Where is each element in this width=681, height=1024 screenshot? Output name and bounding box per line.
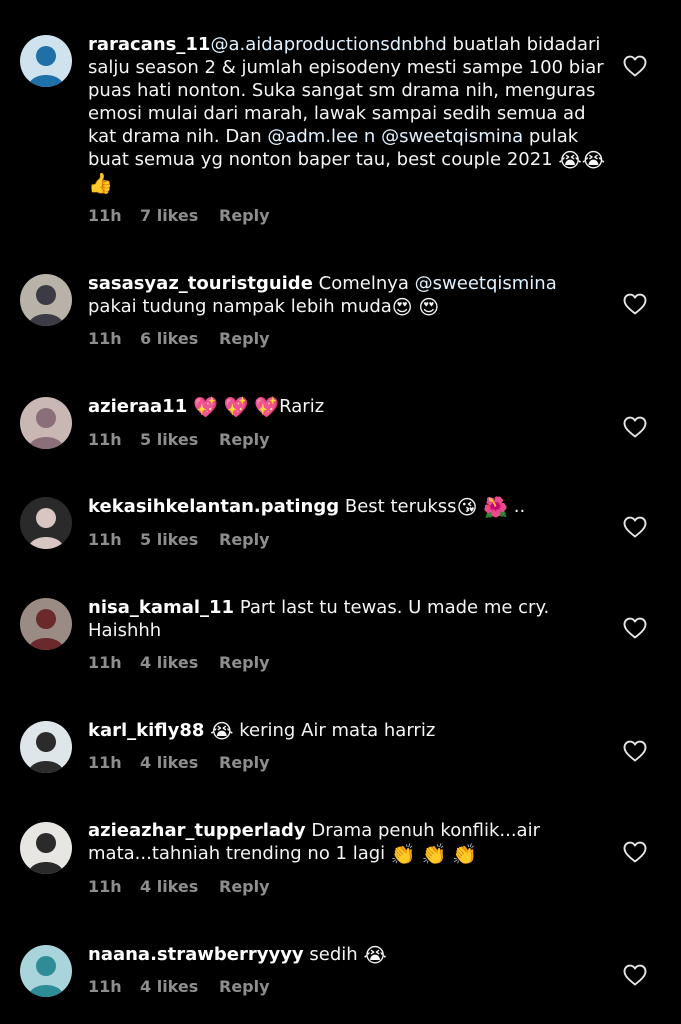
- comment-likes-count[interactable]: 6 likes: [140, 329, 219, 348]
- comment-likes-count[interactable]: 5 likes: [140, 530, 219, 549]
- comment-timestamp: 11h: [88, 877, 122, 896]
- comment-timestamp: 11h: [88, 530, 122, 549]
- heart-icon[interactable]: [623, 740, 647, 762]
- comment-meta: 11h 4 likes Reply: [88, 653, 270, 672]
- avatar[interactable]: [20, 945, 72, 997]
- comment-meta: 11h 4 likes Reply: [88, 877, 270, 896]
- comment-text: karl_kifly88 😭 kering Air mata harriz: [88, 719, 608, 742]
- reply-button[interactable]: Reply: [219, 753, 270, 772]
- mention-link[interactable]: @sweetqismina: [415, 273, 557, 294]
- emoji: 😭: [558, 148, 582, 172]
- comment-timestamp: 11h: [88, 977, 122, 996]
- comment-body: Comelnya: [312, 273, 415, 294]
- heart-icon[interactable]: [623, 964, 647, 986]
- comment-text: azieraa11 💖 💖 💖Rariz: [88, 395, 608, 418]
- comment-username[interactable]: nisa_kamal_11: [88, 597, 234, 618]
- emoji: 😘: [456, 495, 478, 519]
- comment-meta: 11h 4 likes Reply: [88, 977, 270, 996]
- comment-username[interactable]: kekasihkelantan.patingg: [88, 496, 339, 517]
- emoji: 💖: [254, 395, 280, 419]
- avatar[interactable]: [20, 397, 72, 449]
- comment-meta: 11h 6 likes Reply: [88, 329, 270, 348]
- comment-likes-count[interactable]: 4 likes: [140, 877, 219, 896]
- avatar[interactable]: [20, 598, 72, 650]
- avatar[interactable]: [20, 721, 72, 773]
- heart-icon[interactable]: [623, 416, 647, 438]
- reply-button[interactable]: Reply: [219, 206, 270, 225]
- emoji: 😭: [363, 943, 387, 967]
- comment-meta: 11h 5 likes Reply: [88, 430, 270, 449]
- heart-icon[interactable]: [623, 293, 647, 315]
- comment-username[interactable]: raracans_11: [88, 34, 210, 55]
- emoji: 😍: [418, 295, 440, 319]
- avatar[interactable]: [20, 822, 72, 874]
- comment-text: kekasihkelantan.patingg Best terukss😘 🌺 …: [88, 495, 608, 518]
- mention-link[interactable]: @adm.lee n: [267, 126, 375, 147]
- comment-body: ..: [508, 496, 526, 517]
- heart-icon[interactable]: [623, 617, 647, 639]
- emoji: 👏: [452, 842, 478, 866]
- comment-timestamp: 11h: [88, 753, 122, 772]
- comment-timestamp: 11h: [88, 206, 122, 225]
- emoji: 😭: [210, 719, 234, 743]
- comment-body: pakai tudung nampak lebih muda: [88, 296, 392, 317]
- avatar[interactable]: [20, 274, 72, 326]
- emoji: 💖: [192, 395, 218, 419]
- comment-username[interactable]: sasasyaz_touristguide: [88, 273, 313, 294]
- comment-likes-count[interactable]: 4 likes: [140, 977, 219, 996]
- comment-username[interactable]: karl_kifly88: [88, 720, 204, 741]
- comment-timestamp: 11h: [88, 653, 122, 672]
- comment-meta: 11h 4 likes Reply: [88, 753, 270, 772]
- reply-button[interactable]: Reply: [219, 877, 270, 896]
- reply-button[interactable]: Reply: [219, 530, 270, 549]
- comment-likes-count[interactable]: 7 likes: [140, 206, 219, 225]
- emoji: 🌺: [483, 495, 509, 519]
- comment-timestamp: 11h: [88, 430, 122, 449]
- emoji: 😭: [581, 148, 606, 172]
- emoji: 😍: [391, 295, 413, 319]
- comment-likes-count[interactable]: 4 likes: [140, 753, 219, 772]
- comment-text: nisa_kamal_11 Part last tu tewas. U made…: [88, 596, 608, 642]
- emoji: 💖: [223, 395, 249, 419]
- mention-link[interactable]: @sweetqismina: [381, 126, 523, 147]
- emoji: 👏: [390, 842, 416, 866]
- avatar[interactable]: [20, 35, 72, 87]
- comment-username[interactable]: naana.strawberryyyy: [88, 944, 304, 965]
- comment-body: Rariz: [279, 396, 325, 417]
- comment-body: sedih: [303, 944, 364, 965]
- comment-text: naana.strawberryyyy sedih 😭: [88, 943, 608, 966]
- reply-button[interactable]: Reply: [219, 329, 270, 348]
- comment-likes-count[interactable]: 4 likes: [140, 653, 219, 672]
- reply-button[interactable]: Reply: [219, 653, 270, 672]
- comment-body: kering Air mata harriz: [233, 720, 436, 741]
- comment-username[interactable]: azieraa11: [88, 396, 187, 417]
- heart-icon[interactable]: [623, 516, 647, 538]
- comment-text: azieazhar_tupperlady Drama penuh konflik…: [88, 819, 608, 865]
- comment-meta: 11h 7 likes Reply: [88, 206, 270, 225]
- avatar[interactable]: [20, 497, 72, 549]
- heart-icon[interactable]: [623, 55, 647, 77]
- comment-body: Best terukss: [339, 496, 457, 517]
- heart-icon[interactable]: [623, 841, 647, 863]
- emoji: 👏: [421, 842, 447, 866]
- comment-username[interactable]: azieazhar_tupperlady: [88, 820, 306, 841]
- reply-button[interactable]: Reply: [219, 977, 270, 996]
- mention-link[interactable]: @a.aidaproductionsdnbhd: [210, 34, 446, 55]
- comment-likes-count[interactable]: 5 likes: [140, 430, 219, 449]
- emoji: 👍: [88, 171, 113, 195]
- comment-text: raracans_11@a.aidaproductionsdnbhd buatl…: [88, 33, 608, 194]
- comment-timestamp: 11h: [88, 329, 122, 348]
- reply-button[interactable]: Reply: [219, 430, 270, 449]
- comment-meta: 11h 5 likes Reply: [88, 530, 270, 549]
- comment-text: sasasyaz_touristguide Comelnya @sweetqis…: [88, 272, 608, 318]
